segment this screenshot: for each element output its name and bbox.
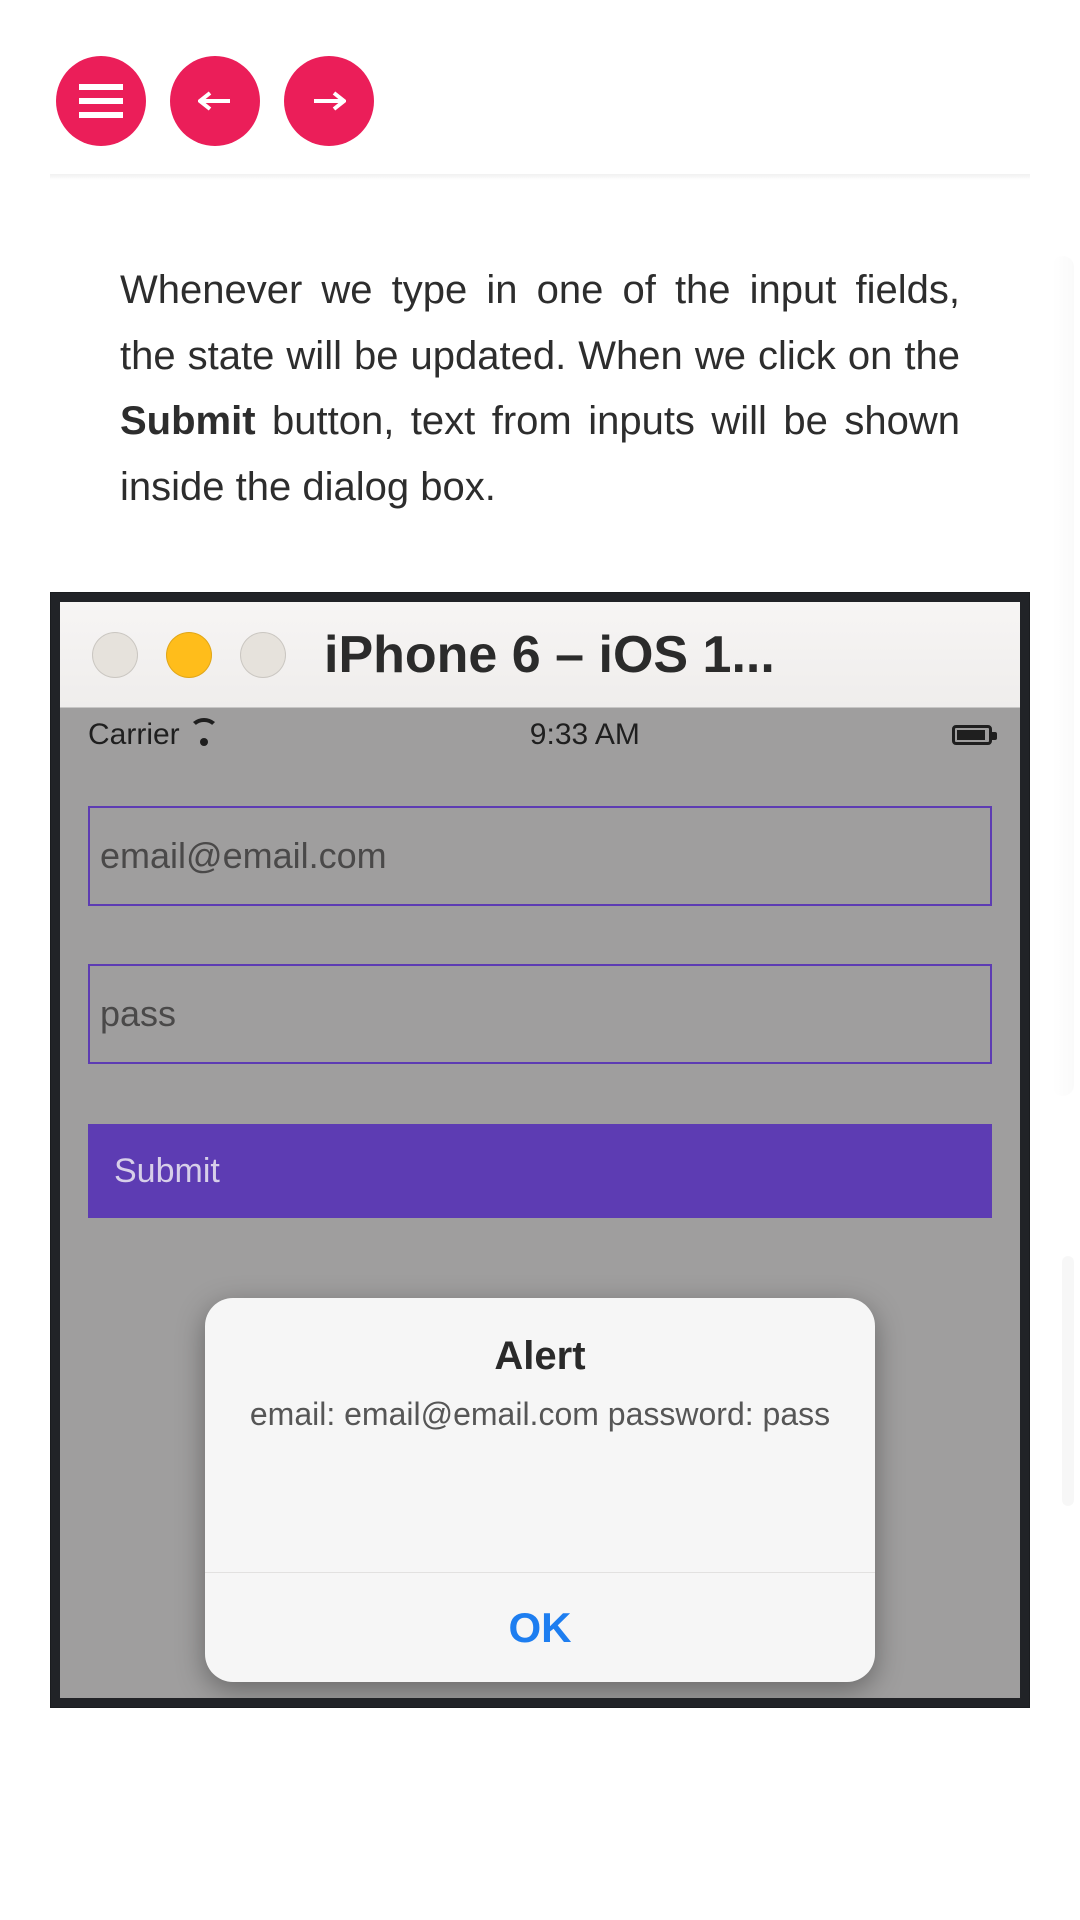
device-screen: Carrier 9:33 AM email@email.com pass Sub… — [60, 708, 1020, 1698]
menu-icon — [79, 84, 123, 118]
top-nav — [0, 0, 1080, 146]
modal-overlay: Alert email: email@email.com password: p… — [60, 708, 1020, 1698]
simulator-frame: iPhone 6 – iOS 1... Carrier 9:33 AM emai… — [50, 592, 1030, 1708]
traffic-light-close-icon[interactable] — [92, 632, 138, 678]
traffic-light-minimize-icon[interactable] — [166, 632, 212, 678]
alert-dialog: Alert email: email@email.com password: p… — [205, 1298, 875, 1682]
window-titlebar: iPhone 6 – iOS 1... — [60, 602, 1020, 708]
alert-ok-label: OK — [509, 1604, 572, 1652]
next-button[interactable] — [284, 56, 374, 146]
window-title: iPhone 6 – iOS 1... — [324, 625, 996, 685]
alert-ok-button[interactable]: OK — [205, 1572, 875, 1682]
para-bold: Submit — [120, 399, 256, 443]
traffic-light-zoom-icon[interactable] — [240, 632, 286, 678]
traffic-lights — [92, 632, 286, 678]
alert-message: email: email@email.com password: pass — [245, 1393, 835, 1436]
simulator-window: iPhone 6 – iOS 1... Carrier 9:33 AM emai… — [60, 602, 1020, 1698]
arrow-left-icon — [198, 91, 232, 111]
scrollbar-track[interactable] — [1062, 1256, 1074, 1506]
menu-button[interactable] — [56, 56, 146, 146]
arrow-right-icon — [312, 91, 346, 111]
para-pre: Whenever we type in one of the input fie… — [120, 268, 960, 378]
alert-title: Alert — [245, 1334, 835, 1379]
prev-button[interactable] — [170, 56, 260, 146]
scrollbar-track[interactable] — [1052, 256, 1074, 1096]
description-paragraph: Whenever we type in one of the input fie… — [0, 180, 1080, 520]
alert-body: Alert email: email@email.com password: p… — [205, 1298, 875, 1572]
